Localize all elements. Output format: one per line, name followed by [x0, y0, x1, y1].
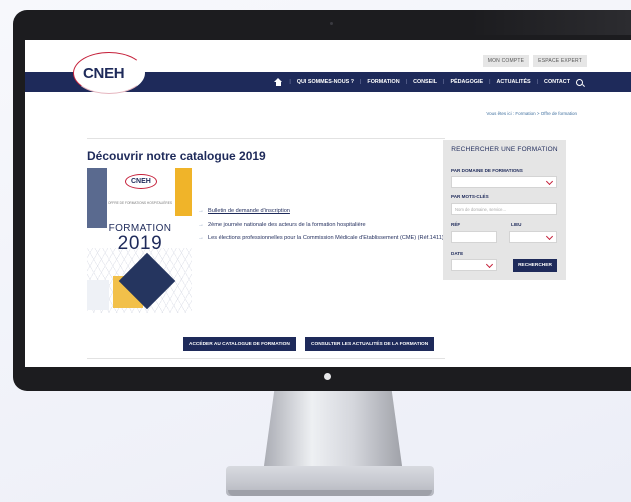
arrow-right-icon: → — [198, 221, 204, 228]
camera-icon — [330, 22, 333, 25]
site-logo[interactable]: CNEH — [83, 65, 125, 82]
breadcrumb[interactable]: Vous êtes ici : Formation > Offre de for… — [486, 111, 577, 116]
nav-separator: | — [443, 79, 445, 85]
top-links: MON COMPTE ESPACE EXPERT — [482, 55, 587, 67]
ref-label: RÉF — [451, 222, 461, 227]
date-select[interactable] — [451, 259, 497, 271]
resource-links: → Bulletin de demande d'inscription → 2è… — [198, 208, 448, 249]
monitor-base-edge — [228, 490, 432, 496]
nav-item-formation[interactable]: FORMATION — [367, 79, 399, 85]
search-button[interactable]: RECHERCHER — [513, 259, 557, 272]
nav-separator: | — [289, 79, 291, 85]
website-screen: MON COMPTE ESPACE EXPERT CNEH | QUI SOMM… — [25, 40, 631, 367]
date-label: DATE — [451, 251, 464, 256]
nav-separator: | — [536, 79, 539, 85]
lieu-select[interactable] — [509, 231, 557, 243]
link-label[interactable]: 2ème journée nationale des acteurs de la… — [208, 222, 366, 230]
nav-item-actualites[interactable]: ACTUALITÉS — [497, 79, 531, 85]
nav-item-about[interactable]: QUI SOMMES-NOUS ? — [297, 79, 354, 85]
cover-logo: CNEH — [125, 174, 157, 189]
chevron-down-icon — [545, 177, 554, 186]
search-panel-title: RECHERCHER UNE FORMATION — [451, 146, 558, 153]
catalogue-cover-image[interactable]: CNEH Offre de formations hospitalières F… — [87, 168, 192, 313]
nav-separator: | — [489, 79, 491, 85]
nav-item-contact[interactable]: CONTACT — [544, 79, 570, 85]
cover-shape — [175, 168, 192, 216]
keywords-placeholder: Nom de domaine, service... — [455, 207, 506, 212]
link-label[interactable]: Bulletin de demande d'inscription — [208, 208, 290, 216]
nav-separator: | — [360, 79, 362, 85]
cover-subtitle: Offre de formations hospitalières — [108, 201, 172, 205]
power-indicator — [324, 373, 331, 380]
divider — [87, 138, 445, 139]
domain-label: PAR DOMAINE DE FORMATIONS — [451, 168, 523, 173]
monitor-mockup: MON COMPTE ESPACE EXPERT CNEH | QUI SOMM… — [0, 0, 631, 502]
page-title: Découvrir notre catalogue 2019 — [87, 149, 266, 163]
link-elections[interactable]: → Les élections professionnelles pour la… — [198, 235, 448, 243]
nav-menu: | QUI SOMMES-NOUS ? | FORMATION | CONSEI… — [274, 78, 583, 86]
keywords-label: PAR MOTS-CLÉS — [451, 194, 489, 199]
cover-year: 2019 — [117, 233, 163, 254]
divider — [87, 358, 445, 359]
chevron-down-icon — [545, 232, 554, 241]
link-journee[interactable]: → 2ème journée nationale des acteurs de … — [198, 222, 448, 230]
chevron-down-icon — [485, 260, 494, 269]
nav-item-conseil[interactable]: CONSEIL — [413, 79, 437, 85]
arrow-right-icon: → — [198, 208, 204, 214]
expert-space-link[interactable]: ESPACE EXPERT — [533, 55, 587, 67]
cover-shape — [87, 168, 107, 228]
catalogue-button[interactable]: ACCÉDER AU CATALOGUE DE FORMATION — [183, 337, 296, 351]
link-label[interactable]: Les élections professionnelles pour la C… — [208, 235, 444, 243]
nav-separator: | — [405, 79, 408, 85]
monitor-stand — [263, 391, 403, 473]
news-button[interactable]: CONSULTER LES ACTUALITÉS DE LA FORMATION — [305, 337, 435, 351]
home-icon[interactable] — [274, 78, 283, 86]
link-bulletin[interactable]: → Bulletin de demande d'inscription — [198, 208, 448, 216]
bezel-reflection — [470, 10, 631, 35]
keywords-input[interactable]: Nom de domaine, service... — [451, 203, 557, 215]
ref-input[interactable] — [451, 231, 497, 243]
account-link[interactable]: MON COMPTE — [482, 55, 530, 67]
nav-item-pedagogie[interactable]: PÉDAGOGIE — [450, 79, 483, 85]
search-icon[interactable] — [576, 78, 583, 86]
lieu-label: LIEU — [511, 222, 522, 227]
domain-select[interactable] — [451, 176, 557, 188]
cover-shape — [87, 280, 109, 310]
arrow-right-icon: → — [198, 235, 204, 241]
